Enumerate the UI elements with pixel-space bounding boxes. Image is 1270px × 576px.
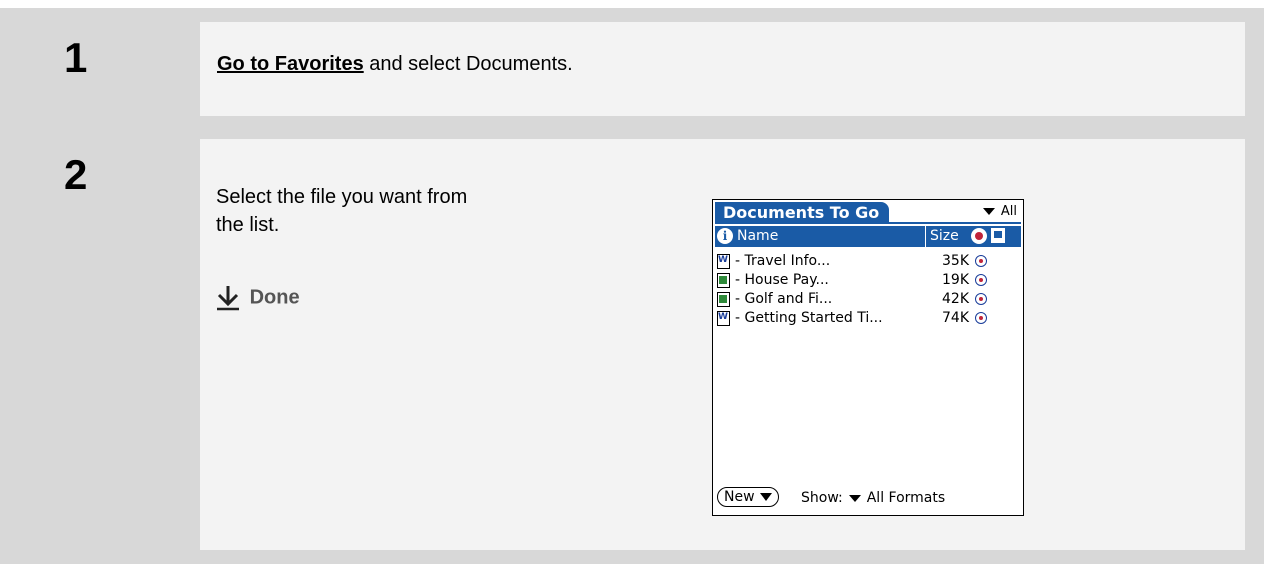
done-label: Done [249,286,300,309]
step-body: Go to Favorites and select Documents. [200,22,1245,116]
category-picker[interactable]: All [982,204,1017,219]
file-name: - Golf and Fi... [735,291,833,307]
step-body: Select the file you want from the list. … [200,139,1245,550]
dropdown-triangle-icon [759,493,772,501]
sync-icon [975,312,987,324]
step-text: Go to Favorites and select Documents. [217,53,573,76]
step-1: 1 Go to Favorites and select Documents. [38,22,1245,116]
file-size: 19K [942,272,969,288]
file-size: 35K [942,253,969,269]
step-number: 1 [64,34,88,81]
sync-column-icon[interactable] [971,228,987,244]
file-size: 74K [942,310,969,326]
down-arrow-icon [216,285,244,311]
file-row[interactable]: - Golf and Fi... 42K [715,290,1021,309]
step-number: 2 [64,151,88,198]
word-doc-icon [717,254,730,269]
step-text: Select the file you want from the list. [216,186,468,236]
file-name: - House Pay... [735,272,829,288]
size-column-header[interactable]: Size [925,226,968,247]
new-button-label: New [724,489,755,505]
dropdown-triangle-icon [982,208,995,215]
sync-icon [975,274,987,286]
show-value: All Formats [866,490,946,506]
device-screenshot: Documents To Go All i Name Size - Travel… [712,199,1024,516]
show-label: Show: [801,490,843,506]
file-name: - Travel Info... [735,253,831,269]
step-text-rest: and select Documents. [363,53,573,75]
info-icon[interactable]: i [717,228,733,244]
device-title-bar: Documents To Go All [715,202,1021,224]
file-row[interactable]: - House Pay... 19K [715,271,1021,290]
card-column-icon[interactable] [991,228,1005,243]
file-size: 42K [942,291,969,307]
show-filter[interactable]: Show: All Formats [801,487,945,509]
sync-icon [975,255,987,267]
step-number-cell: 1 [38,22,200,116]
name-column-header[interactable]: Name [737,226,778,247]
file-row[interactable]: - Getting Started Ti... 74K [715,309,1021,328]
step-2: 2 Select the file you want from the list… [38,139,1245,550]
done-indicator: Done [216,285,300,311]
go-to-favorites-link[interactable]: Go to Favorites [217,53,364,75]
spreadsheet-icon [717,292,730,307]
word-doc-icon [717,311,730,326]
sync-icon [975,293,987,305]
step-number-cell: 2 [38,139,200,550]
spreadsheet-icon [717,273,730,288]
new-button[interactable]: New [717,487,779,507]
file-list: - Travel Info... 35K - House Pay... 19K … [715,252,1021,328]
file-name: - Getting Started Ti... [735,310,883,326]
category-value: All [1000,204,1017,219]
dropdown-triangle-icon [848,494,861,502]
file-row[interactable]: - Travel Info... 35K [715,252,1021,271]
device-footer: New Show: All Formats [717,487,1019,509]
column-header: i Name Size [715,226,1021,247]
app-title: Documents To Go [715,202,890,224]
